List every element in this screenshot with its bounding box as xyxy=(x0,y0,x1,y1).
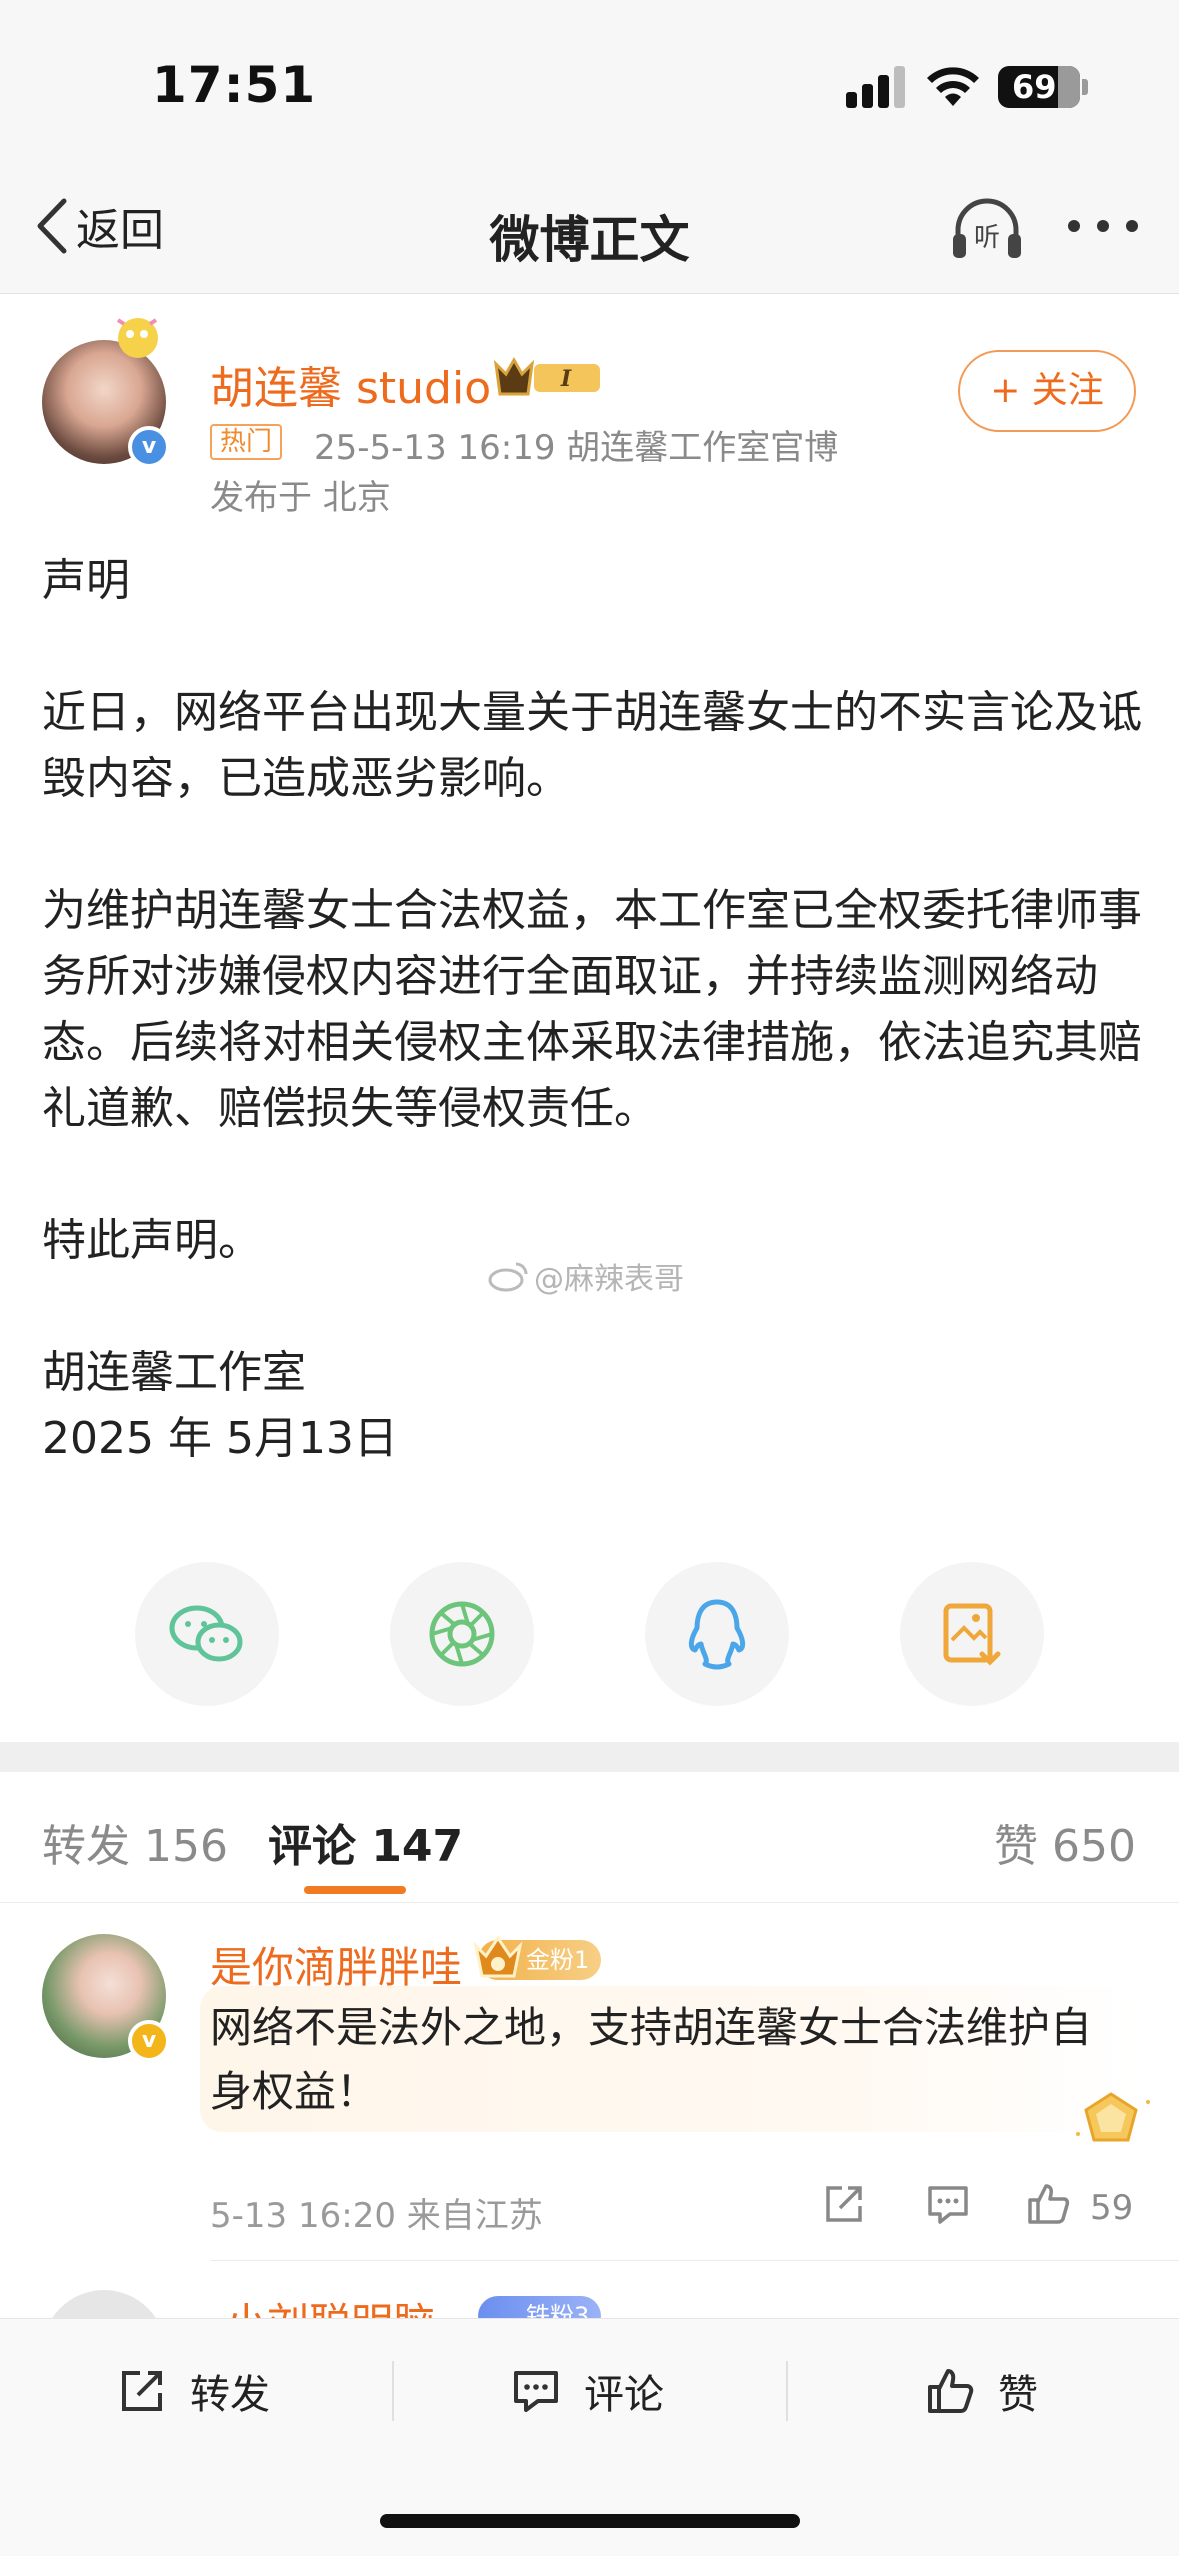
watermark-text: @麻辣表哥 xyxy=(534,1262,684,1297)
comment-text: 网络不是法外之地，支持胡连馨女士合法维护自身权益！ xyxy=(210,2003,1093,2116)
wifi-icon xyxy=(927,67,979,106)
weibo-logo-icon xyxy=(488,1262,528,1292)
verified-badge: v xyxy=(128,426,170,468)
tab-repost[interactable]: 转发 156 xyxy=(42,1810,228,1874)
section-divider xyxy=(0,1742,1179,1772)
cellular-signal-icon xyxy=(846,66,906,108)
save-image-icon xyxy=(943,1603,1001,1666)
status-bar: 17:51 69 xyxy=(0,0,1179,160)
fan-crown-icon xyxy=(473,1935,523,1978)
more-options-icon[interactable] xyxy=(1068,220,1138,236)
comment-meta: 5-13 16:20 来自江苏 xyxy=(210,2196,543,2236)
post-paragraph: 近日，网络平台出现大量关于胡连馨女士的不实言论及诋毁内容，已造成恶劣影响。 xyxy=(42,687,1142,804)
share-icon[interactable] xyxy=(820,2180,868,2228)
qq-icon xyxy=(688,1599,746,1670)
tab-comment[interactable]: 评论 147 xyxy=(268,1810,463,1874)
comment-button[interactable]: 评论 xyxy=(510,2359,664,2423)
repost-icon xyxy=(122,2371,162,2411)
moments-icon xyxy=(429,1601,495,1667)
author-name[interactable]: 胡连馨 studio xyxy=(210,352,491,416)
like-thumb-icon xyxy=(928,2369,974,2413)
post-paragraph: 胡连馨工作室 xyxy=(42,1347,306,1398)
star-decoration-icon xyxy=(1076,2092,1150,2142)
home-indicator xyxy=(380,2514,800,2528)
wechat-icon xyxy=(169,1605,243,1662)
avatar-decoration-icon xyxy=(116,318,158,358)
like-thumb-icon[interactable] xyxy=(1024,2180,1072,2228)
like-button[interactable]: 赞 xyxy=(924,2359,1038,2423)
post-paragraph: 声明 xyxy=(42,555,130,606)
status-time: 17:51 xyxy=(152,56,317,114)
post-paragraph: 为维护胡连馨女士合法权益，本工作室已全权委托律师事务所对涉嫌侵权内容进行全面取证… xyxy=(42,885,1142,1134)
comment-icon xyxy=(514,2371,558,2412)
post-paragraph: 2025 年 5月13日 xyxy=(42,1413,398,1464)
hot-badge: 热门 xyxy=(210,424,283,460)
follow-button[interactable]: + 关注 xyxy=(958,350,1136,432)
battery-level: 69 xyxy=(1012,68,1057,106)
share-wechat-button[interactable] xyxy=(135,1562,279,1706)
listen-label: 听 xyxy=(974,223,1000,253)
like-label: 赞 xyxy=(998,2372,1038,2418)
save-image-button[interactable] xyxy=(900,1562,1044,1706)
battery-icon: 69 xyxy=(998,66,1080,108)
tab-active-indicator xyxy=(304,1886,406,1894)
comment-label: 评论 xyxy=(584,2372,664,2418)
share-qq-button[interactable] xyxy=(645,1562,789,1706)
share-moments-button[interactable] xyxy=(390,1562,534,1706)
post-location: 发布于 北京 xyxy=(210,478,391,518)
post-meta: 25-5-13 16:19 胡连馨工作室官博 xyxy=(314,428,839,468)
verified-badge: v xyxy=(128,2020,170,2062)
listen-headphones-icon[interactable]: 听 xyxy=(950,194,1024,264)
nav-bar: 返回 微博正文 听 xyxy=(0,160,1179,294)
comment-like-count: 59 xyxy=(1090,2188,1134,2228)
reply-comment-icon[interactable] xyxy=(924,2180,972,2228)
member-crown-icon: I xyxy=(493,356,600,396)
repost-button[interactable]: 转发 xyxy=(116,2359,270,2423)
watermark: @麻辣表哥 xyxy=(488,1254,684,1298)
post-body: 声明 近日，网络平台出现大量关于胡连馨女士的不实言论及诋毁内容，已造成恶劣影响。… xyxy=(42,548,1142,1472)
crown-level: I xyxy=(560,366,572,392)
repost-label: 转发 xyxy=(190,2372,270,2418)
tab-like[interactable]: 赞 650 xyxy=(994,1810,1136,1874)
